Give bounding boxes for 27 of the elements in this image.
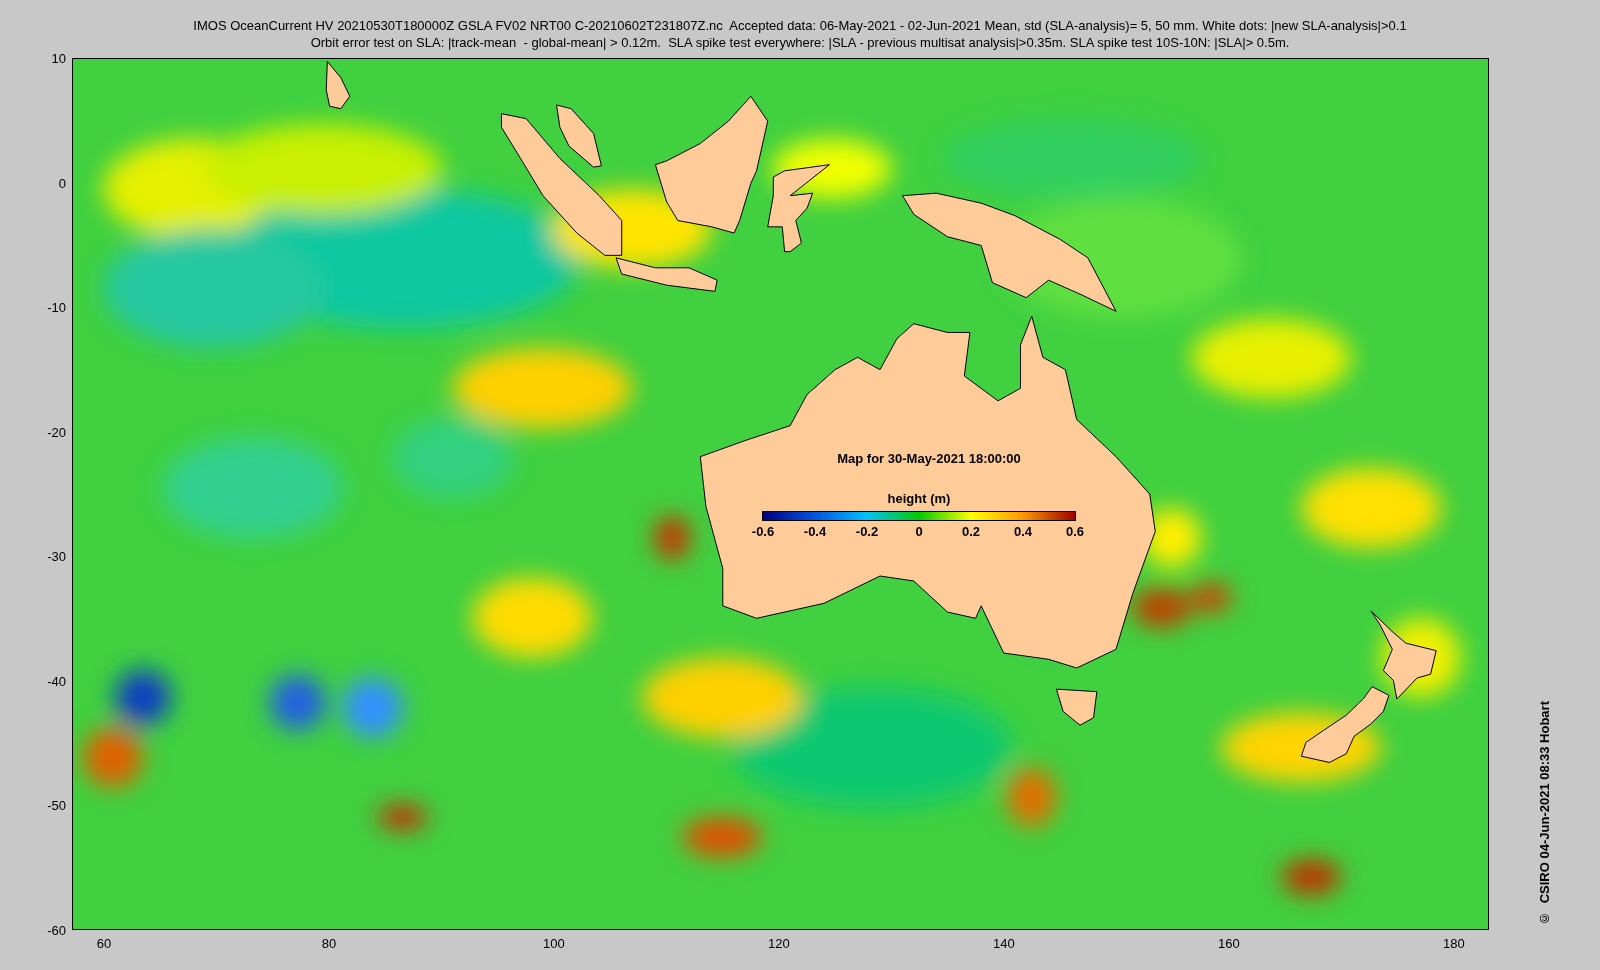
colorbar-title: height (m) [887,491,951,506]
y-tick-label: -60 [47,922,66,938]
x-tick-label: 100 [543,936,565,951]
y-tick-label: -50 [47,797,66,813]
colorbar-tick-label: -0.4 [803,524,827,539]
colorbar-tick-label: -0.6 [751,524,775,539]
x-tick-label: 160 [1218,936,1240,951]
colorbar-tick-label: 0.4 [1013,524,1033,539]
map-caption: Map for 30-May-2021 18:00:00 [837,451,1021,466]
y-tick-label: -40 [47,673,66,689]
x-tick-label: 120 [768,936,790,951]
x-tick-label: 60 [96,936,112,951]
y-tick-label: -30 [47,548,66,564]
credit-text: © CSIRO 04-Jun-2021 08:33 Hobart [1537,701,1552,926]
colorbar-tick-label: 0.2 [961,524,981,539]
y-tick-label: 0 [58,175,66,191]
figure-title: IMOS OceanCurrent HV 20210530T180000Z GSLA FV02 NRT00 C-20210602T231807Z.nc Accepted data: 06-May-2021 - 02-Jun-2021 Mean, std (SLA-analysis)= 5, 50 mm. White dots: |new SLA-analysis|>0.1 [193,17,1407,34]
x-tick-label: 140 [993,936,1015,951]
y-tick-label: -20 [47,424,66,440]
x-tick-label: 80 [321,936,337,951]
colorbar-tick-label: -0.2 [855,524,879,539]
figure-title: Orbit error test on SLA: |track-mean - global-mean| > 0.12m. SLA spike test everywhere: |SLA - previous multisat analysis|>0.35m. SLA spike test 10S-10N: |SLA|> 0.5m. [310,34,1290,51]
x-tick-label: 180 [1443,936,1465,951]
colorbar-tick-label: 0 [915,524,923,539]
y-tick-label: -10 [47,299,66,315]
colorbar-tick-label: 0.6 [1065,524,1085,539]
y-tick-label: 10 [51,50,66,66]
